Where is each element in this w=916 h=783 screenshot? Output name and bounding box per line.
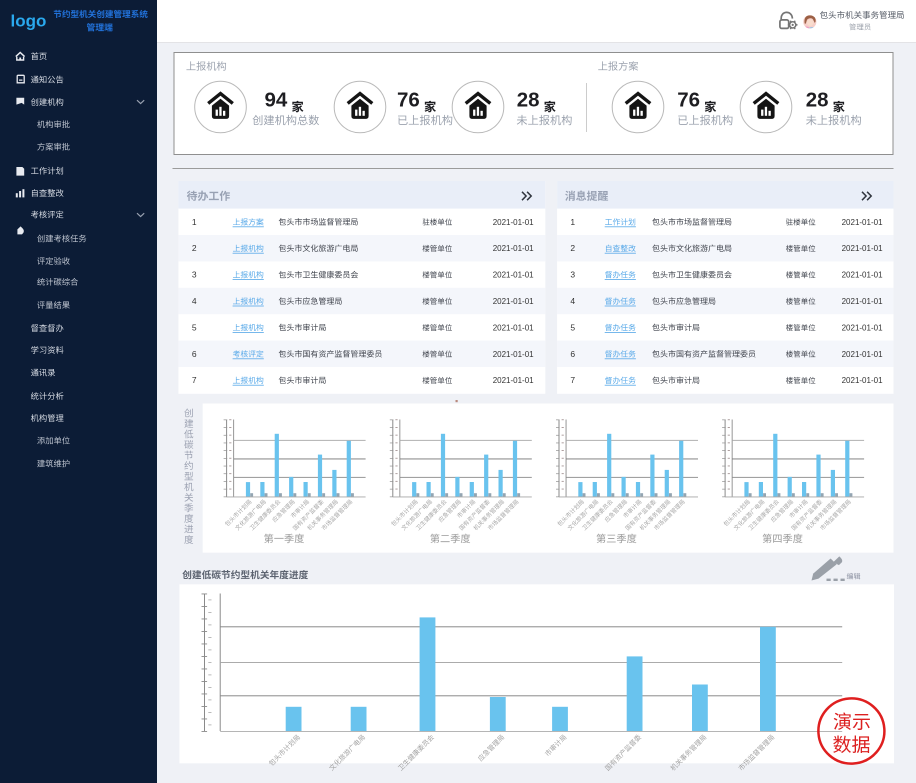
- svg-text:28: 28: [517, 89, 540, 112]
- svg-text:2021-01-01: 2021-01-01: [493, 218, 534, 227]
- svg-text:3: 3: [570, 270, 575, 280]
- svg-text:7: 7: [570, 375, 575, 385]
- svg-text:3: 3: [192, 270, 197, 280]
- svg-text:2021-01-01: 2021-01-01: [842, 218, 883, 227]
- svg-text:4: 4: [192, 296, 197, 306]
- svg-text:2021-01-01: 2021-01-01: [493, 350, 534, 359]
- svg-text:2021-01-01: 2021-01-01: [842, 244, 883, 253]
- svg-text:76: 76: [677, 89, 700, 112]
- svg-text:2021-01-01: 2021-01-01: [493, 376, 534, 385]
- svg-text:2021-01-01: 2021-01-01: [842, 323, 883, 332]
- svg-text:6: 6: [192, 349, 197, 359]
- svg-text:5: 5: [192, 322, 197, 332]
- svg-text:7: 7: [192, 375, 197, 385]
- svg-text:2021-01-01: 2021-01-01: [493, 323, 534, 332]
- svg-text:2: 2: [570, 243, 575, 253]
- svg-text:2021-01-01: 2021-01-01: [493, 297, 534, 306]
- svg-text:28: 28: [806, 89, 829, 112]
- svg-text:2021-01-01: 2021-01-01: [842, 297, 883, 306]
- svg-text:1: 1: [570, 217, 575, 227]
- svg-text:2021-01-01: 2021-01-01: [842, 376, 883, 385]
- svg-text:4: 4: [570, 296, 575, 306]
- svg-text:2021-01-01: 2021-01-01: [493, 271, 534, 280]
- svg-text:94: 94: [265, 89, 288, 112]
- svg-text:2021-01-01: 2021-01-01: [842, 271, 883, 280]
- svg-text:2: 2: [192, 243, 197, 253]
- svg-text:2021-01-01: 2021-01-01: [842, 350, 883, 359]
- svg-text:2021-01-01: 2021-01-01: [493, 244, 534, 253]
- svg-text:logo: logo: [11, 12, 47, 31]
- svg-text:6: 6: [570, 349, 575, 359]
- svg-text:5: 5: [570, 322, 575, 332]
- svg-text:1: 1: [192, 217, 197, 227]
- svg-text:76: 76: [397, 89, 420, 112]
